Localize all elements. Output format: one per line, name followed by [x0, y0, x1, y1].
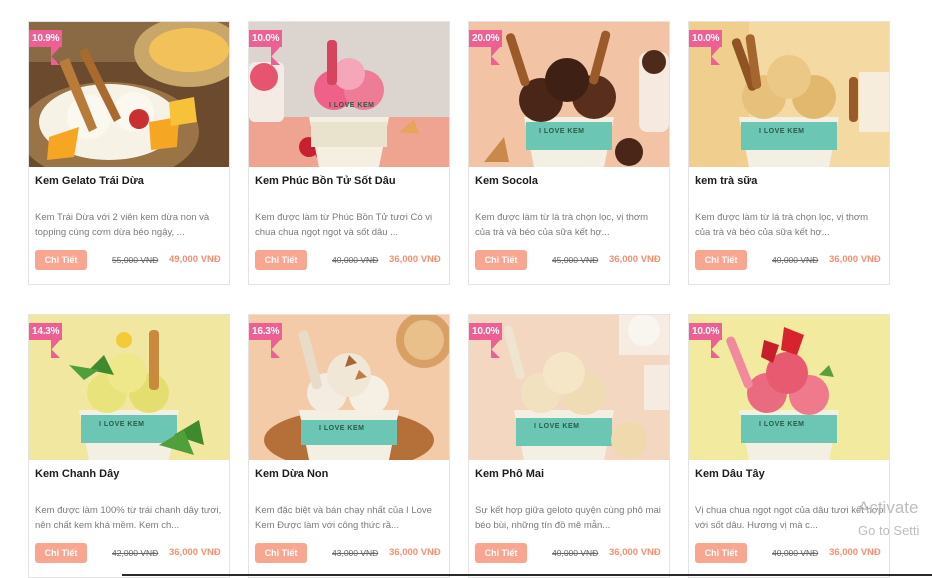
- cup-logo: I LOVE KEM: [329, 102, 375, 109]
- cup-logo: I LOVE KEM: [759, 128, 805, 135]
- product-card[interactable]: I LOVE KEM 10.0% Kem Dâu Tây Vị chua chu…: [688, 314, 890, 578]
- discount-badge: 20.0%: [469, 30, 503, 47]
- activation-watermark-title: Activate: [858, 498, 919, 517]
- product-description: Kem được làm từ Phúc Bồn Tử tươi Có vị c…: [255, 212, 433, 238]
- badge-ribbon: [491, 56, 500, 65]
- product-card[interactable]: 10.9% Kem Gelato Trái Dừa Kem Trái Dừa v…: [28, 21, 230, 285]
- badge-ribbon: [491, 349, 500, 358]
- product-card[interactable]: I LOVE KEM 14.3% Kem Chanh Dây Kem được …: [28, 314, 230, 578]
- product-name[interactable]: kem trà sữa: [695, 175, 885, 187]
- product-name[interactable]: Kem Dừa Non: [255, 468, 445, 480]
- discount-badge: 10.0%: [249, 30, 283, 47]
- old-price: 45,000 VNĐ: [552, 255, 599, 265]
- product-name[interactable]: Kem Dâu Tây: [695, 468, 885, 480]
- old-price: 40,000 VNĐ: [332, 255, 379, 265]
- badge-ribbon: [271, 349, 280, 358]
- discount-badge: 10.9%: [29, 30, 63, 47]
- product-description: Kem được làm 100% từ trái chanh dây tươi…: [35, 505, 222, 531]
- detail-button[interactable]: Chi Tiết: [695, 543, 747, 563]
- new-price: 36,000 VNĐ: [389, 254, 441, 265]
- detail-button[interactable]: Chi Tiết: [475, 250, 527, 270]
- discount-badge: 16.3%: [249, 323, 283, 340]
- activation-watermark-subtitle: Go to Setti: [858, 523, 920, 538]
- product-name[interactable]: Kem Phô Mai: [475, 468, 665, 480]
- product-description: Sự kết hợp giữa geloto quyện cùng phô ma…: [475, 505, 661, 531]
- product-description: Kem được làm từ lá trà chọn lọc, vị thơm…: [695, 212, 869, 238]
- cup-logo: I LOVE KEM: [759, 421, 805, 428]
- old-price: 42,000 VNĐ: [112, 548, 159, 558]
- detail-button[interactable]: Chi Tiết: [695, 250, 747, 270]
- badge-ribbon: [271, 56, 280, 65]
- detail-button[interactable]: Chi Tiết: [255, 543, 307, 563]
- new-price: 36,000 VNĐ: [829, 547, 881, 558]
- detail-button[interactable]: Chi Tiết: [35, 543, 87, 563]
- badge-ribbon: [51, 349, 60, 358]
- old-price: 40,000 VNĐ: [552, 548, 599, 558]
- discount-badge: 10.0%: [689, 323, 723, 340]
- badge-ribbon: [711, 56, 720, 65]
- old-price: 40,000 VNĐ: [772, 548, 819, 558]
- product-card[interactable]: I LOVE KEM 10.0% Kem Phúc Bồn Tử Sốt Dâu…: [248, 21, 450, 285]
- discount-badge: 10.0%: [469, 323, 503, 340]
- product-description: Kem được làm từ lá trà chọn lọc, vị thơm…: [475, 212, 649, 238]
- discount-badge: 14.3%: [29, 323, 63, 340]
- old-price: 40,000 VNĐ: [772, 255, 819, 265]
- new-price: 36,000 VNĐ: [829, 254, 881, 265]
- new-price: 36,000 VNĐ: [389, 547, 441, 558]
- new-price: 49,000 VNĐ: [169, 254, 221, 265]
- detail-button[interactable]: Chi Tiết: [35, 250, 87, 270]
- product-card[interactable]: I LOVE KEM 10.0% kem trà sữa Kem được là…: [688, 21, 890, 285]
- badge-ribbon: [711, 349, 720, 358]
- product-name[interactable]: Kem Gelato Trái Dừa: [35, 175, 225, 187]
- cup-logo: I LOVE KEM: [319, 425, 365, 432]
- product-grid: 10.9% Kem Gelato Trái Dừa Kem Trái Dừa v…: [0, 0, 932, 578]
- new-price: 36,000 VNĐ: [609, 547, 661, 558]
- discount-badge: 10.0%: [689, 30, 723, 47]
- cup-logo: I LOVE KEM: [539, 128, 585, 135]
- product-name[interactable]: Kem Chanh Dây: [35, 468, 225, 480]
- detail-button[interactable]: Chi Tiết: [255, 250, 307, 270]
- old-price: 43,000 VNĐ: [332, 548, 379, 558]
- product-card[interactable]: I LOVE KEM 16.3% Kem Dừa Non Kem đặc biệ…: [248, 314, 450, 578]
- old-price: 55,000 VNĐ: [112, 255, 159, 265]
- cup-logo: I LOVE KEM: [534, 423, 580, 430]
- product-description: Vị chua chua ngọt ngọt của dâu tươi kết …: [695, 505, 884, 531]
- product-description: Kem đặc biệt và bán chạy nhất của I Love…: [255, 505, 432, 531]
- product-card[interactable]: I LOVE KEM 20.0% Kem Socola Kem được làm…: [468, 21, 670, 285]
- badge-ribbon: [51, 56, 60, 65]
- product-description: Kem Trái Dừa với 2 viên kem dừa non và t…: [35, 212, 210, 238]
- product-name[interactable]: Kem Phúc Bồn Tử Sốt Dâu: [255, 175, 445, 187]
- detail-button[interactable]: Chi Tiết: [475, 543, 527, 563]
- new-price: 36,000 VNĐ: [609, 254, 661, 265]
- product-card[interactable]: I LOVE KEM 10.0% Kem Phô Mai Sự kết hợp …: [468, 314, 670, 578]
- product-name[interactable]: Kem Socola: [475, 175, 665, 187]
- new-price: 36,000 VNĐ: [169, 547, 221, 558]
- cup-logo: I LOVE KEM: [99, 421, 145, 428]
